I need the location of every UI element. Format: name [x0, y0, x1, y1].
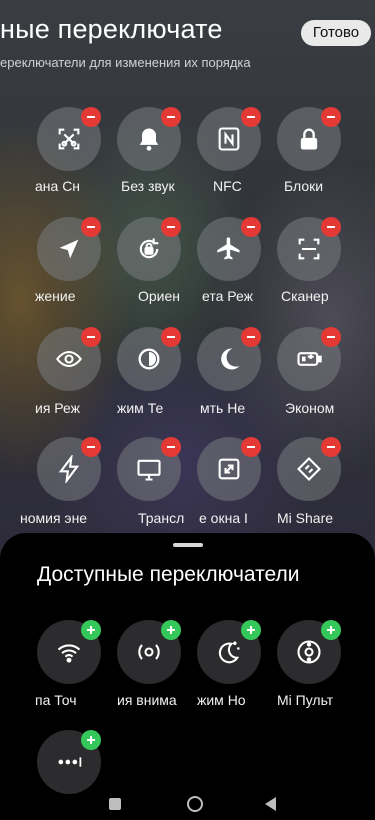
- tile-label: ана Сн: [35, 178, 81, 194]
- available-tiles-title: Доступные переключатели: [37, 563, 300, 586]
- drag-handle[interactable]: [173, 543, 203, 547]
- done-button[interactable]: Готово: [301, 20, 371, 46]
- lock-icon: [300, 128, 318, 150]
- hotspot-icon: [57, 644, 81, 663]
- eye-icon: [56, 350, 82, 368]
- night-mode-icon: [218, 641, 240, 664]
- add-badge[interactable]: [321, 620, 341, 640]
- more-icon: [58, 757, 82, 767]
- remove-badge[interactable]: [81, 107, 101, 127]
- tile-label: ия внима: [117, 692, 177, 708]
- remove-badge[interactable]: [81, 437, 101, 457]
- contrast-icon: [138, 348, 160, 370]
- tile-label: Mi Share: [277, 510, 334, 526]
- remove-badge[interactable]: [321, 107, 341, 127]
- recents-icon[interactable]: [109, 798, 121, 810]
- remove-badge[interactable]: [81, 327, 101, 347]
- tile-label: ия Реж: [35, 400, 81, 416]
- remove-badge[interactable]: [81, 217, 101, 237]
- remove-badge[interactable]: [321, 437, 341, 457]
- tile-label: Mi Пульт: [277, 692, 334, 708]
- attention-icon: [138, 644, 160, 660]
- page-title: ные переключате: [0, 14, 223, 44]
- rotation-icon: [139, 238, 159, 259]
- page-subtitle: ереключатели для изменения их порядка: [0, 55, 251, 70]
- add-badge[interactable]: [81, 620, 101, 640]
- tile-label: Ориен: [138, 288, 181, 304]
- tile-label: Эконом: [285, 400, 335, 416]
- home-icon[interactable]: [187, 796, 203, 812]
- airplane-icon: [217, 237, 240, 260]
- tile-label: Трансл: [138, 510, 185, 526]
- back-icon[interactable]: [265, 797, 276, 811]
- remove-badge[interactable]: [161, 107, 181, 127]
- remove-badge[interactable]: [161, 437, 181, 457]
- tile-label: Сканер: [281, 288, 329, 304]
- tile-label: е окна І: [199, 510, 248, 526]
- remove-badge[interactable]: [161, 217, 181, 237]
- remove-badge[interactable]: [241, 327, 261, 347]
- moon-icon: [221, 348, 240, 370]
- battery-icon: [297, 352, 322, 366]
- scanner-icon: [298, 238, 320, 260]
- resize-icon: [218, 458, 240, 480]
- remove-badge[interactable]: [241, 107, 261, 127]
- tile-label: жение: [35, 288, 76, 304]
- location-icon: [59, 239, 79, 259]
- cast-icon: [137, 459, 161, 481]
- tile-label: ета Реж: [202, 288, 253, 304]
- screenshot-icon: [58, 128, 80, 150]
- add-badge[interactable]: [161, 620, 181, 640]
- nfc-icon: [218, 127, 240, 151]
- bell-icon: [139, 128, 159, 151]
- remove-badge[interactable]: [321, 217, 341, 237]
- tile-label: па Точ: [35, 692, 77, 708]
- tile-label: NFC: [213, 178, 242, 194]
- tile-label: Блоки: [284, 178, 324, 194]
- remote-icon: [297, 640, 321, 664]
- tile-label: мть Не: [200, 400, 246, 416]
- bolt-icon: [58, 455, 80, 483]
- remove-badge[interactable]: [241, 437, 261, 457]
- remove-badge[interactable]: [241, 217, 261, 237]
- remove-badge[interactable]: [321, 327, 341, 347]
- remove-badge[interactable]: [161, 327, 181, 347]
- tile-label: Без звук: [121, 178, 175, 194]
- mi-share-icon: [297, 457, 321, 481]
- tile-label: жим Но: [197, 692, 246, 708]
- tile-label: номия эне: [20, 510, 88, 526]
- tile-label: жим Те: [117, 400, 164, 416]
- add-badge[interactable]: [241, 620, 261, 640]
- add-badge[interactable]: [81, 730, 101, 750]
